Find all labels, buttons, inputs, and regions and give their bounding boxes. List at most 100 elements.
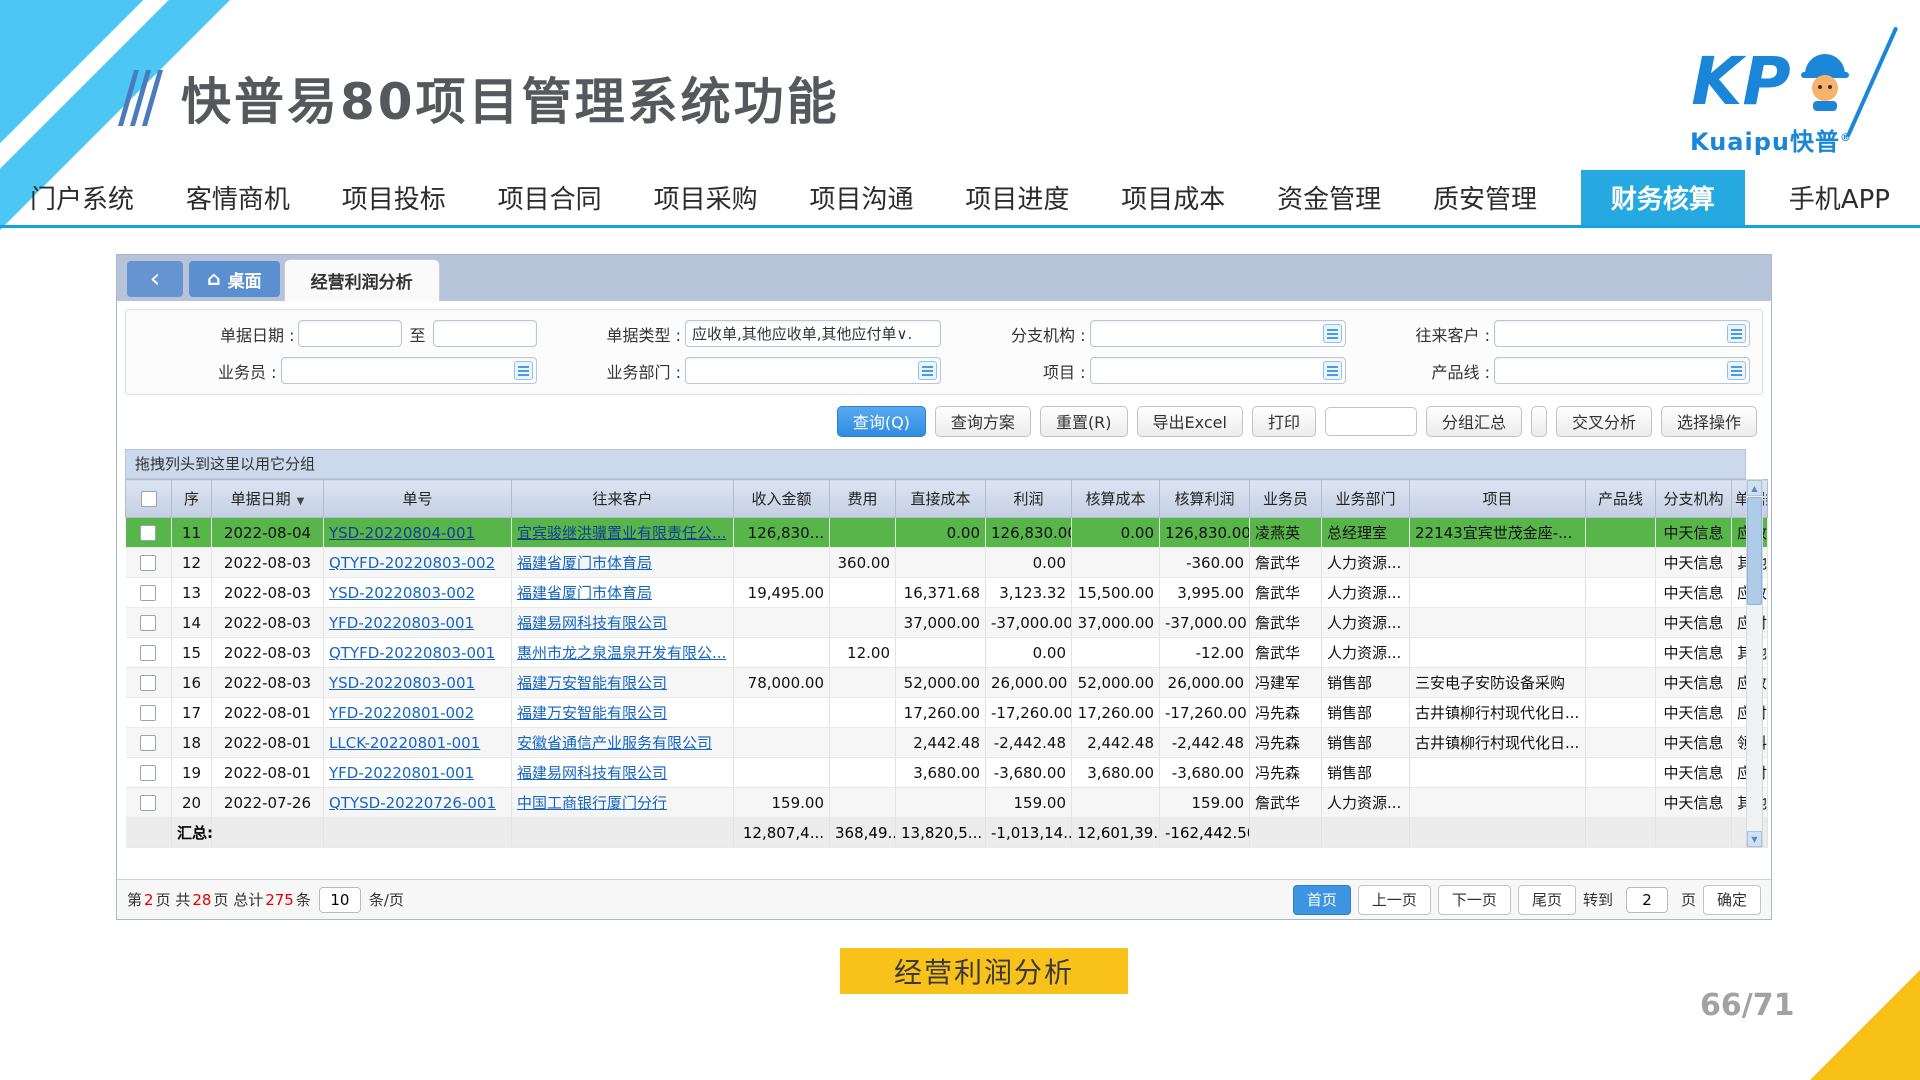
nav-item-4[interactable]: 项目合同 [490, 170, 610, 225]
row-checkbox[interactable] [140, 525, 156, 541]
vertical-scrollbar[interactable]: ▲ ▼ [1746, 479, 1763, 848]
col-header-dept[interactable]: 业务部门 [1322, 480, 1410, 518]
picker-icon[interactable] [918, 361, 937, 380]
picker-icon[interactable] [514, 361, 533, 380]
docno-link[interactable]: YSD-20220804-001 [329, 524, 475, 542]
toolbar-button-4[interactable]: 导出Excel [1137, 406, 1243, 437]
picker-icon[interactable] [1727, 361, 1746, 380]
toolbar-mini-button[interactable] [1531, 406, 1547, 437]
nav-item-5[interactable]: 项目采购 [646, 170, 766, 225]
col-header-seq[interactable]: 序 [172, 480, 212, 518]
docno-link[interactable]: YFD-20220801-001 [329, 764, 474, 782]
filter-input[interactable] [1494, 357, 1750, 384]
page-button-3[interactable]: 下一页 [1438, 885, 1511, 915]
nav-item-7[interactable]: 项目进度 [957, 170, 1077, 225]
scroll-up-icon[interactable]: ▲ [1747, 480, 1762, 496]
page-button-1[interactable]: 首页 [1293, 885, 1351, 915]
row-checkbox[interactable] [140, 555, 156, 571]
customer-link[interactable]: 福建易网科技有限公司 [517, 764, 667, 782]
table-row[interactable]: 112022-08-04YSD-20220804-001宜宾骏继洪骥置业有限责任… [126, 518, 1768, 548]
table-row[interactable]: 152022-08-03QTYFD-20220803-001惠州市龙之泉温泉开发… [126, 638, 1768, 668]
nav-item-9[interactable]: 资金管理 [1269, 170, 1389, 225]
docno-link[interactable]: QTYFD-20220803-001 [329, 644, 495, 662]
scroll-thumb[interactable] [1747, 497, 1762, 605]
filter-input[interactable] [1090, 320, 1346, 347]
customer-link[interactable]: 福建易网科技有限公司 [517, 614, 667, 632]
docno-link[interactable]: QTYFD-20220803-002 [329, 554, 495, 572]
docno-link[interactable]: YSD-20220803-002 [329, 584, 475, 602]
col-header-customer[interactable]: 往来客户 [512, 480, 734, 518]
col-header-acct_profit[interactable]: 核算利润 [1160, 480, 1250, 518]
nav-item-10[interactable]: 质安管理 [1425, 170, 1545, 225]
col-header-project[interactable]: 项目 [1410, 480, 1586, 518]
toolbar-button-3[interactable]: 重置(R) [1040, 406, 1128, 437]
row-checkbox[interactable] [140, 675, 156, 691]
sort-icon[interactable]: ▼ [297, 496, 305, 507]
docno-link[interactable]: YFD-20220803-001 [329, 614, 474, 632]
col-header-date[interactable]: 单据日期▼ [212, 480, 324, 518]
table-row[interactable]: 172022-08-01YFD-20220801-002福建万安智能有限公司17… [126, 698, 1768, 728]
tab-profit-analysis[interactable]: 经营利润分析 [284, 259, 440, 301]
docno-link[interactable]: YSD-20220803-001 [329, 674, 475, 692]
row-checkbox[interactable] [140, 795, 156, 811]
select-all-checkbox[interactable] [141, 491, 157, 507]
tab-desktop[interactable]: ⌂ 桌面 [189, 261, 280, 297]
customer-link[interactable]: 宜宾骏继洪骥置业有限责任公... [517, 524, 726, 542]
col-header-profit[interactable]: 利润 [986, 480, 1072, 518]
row-checkbox[interactable] [140, 705, 156, 721]
page-button-2[interactable]: 上一页 [1358, 885, 1431, 915]
nav-item-6[interactable]: 项目沟通 [801, 170, 921, 225]
picker-icon[interactable] [1323, 324, 1342, 343]
nav-item-11[interactable]: 财务核算 [1581, 170, 1745, 225]
nav-item-12[interactable]: 手机APP [1781, 170, 1898, 225]
filter-input[interactable] [685, 357, 941, 384]
customer-link[interactable]: 中国工商银行厦门分行 [517, 794, 667, 812]
filter-input[interactable] [685, 320, 941, 347]
table-row[interactable]: 202022-07-26QTYSD-20220726-001中国工商银行厦门分行… [126, 788, 1768, 818]
row-checkbox[interactable] [140, 735, 156, 751]
filter-input[interactable] [1090, 357, 1346, 384]
toolbar-button-9[interactable]: 交叉分析 [1556, 406, 1652, 437]
scroll-down-icon[interactable]: ▼ [1747, 831, 1762, 847]
docno-link[interactable]: LLCK-20220801-001 [329, 734, 480, 752]
page-size-input[interactable] [319, 887, 361, 913]
col-header-product_line[interactable]: 产品线 [1586, 480, 1656, 518]
date-to-input[interactable] [433, 320, 537, 347]
toolbar-button-5[interactable]: 打印 [1252, 406, 1316, 437]
back-button[interactable]: ‹ [127, 261, 183, 297]
customer-link[interactable]: 福建省厦门市体育局 [517, 554, 652, 572]
picker-icon[interactable] [1727, 324, 1746, 343]
row-checkbox[interactable] [140, 585, 156, 601]
col-header-acct_cost[interactable]: 核算成本 [1072, 480, 1160, 518]
row-checkbox[interactable] [140, 615, 156, 631]
page-button-4[interactable]: 尾页 [1518, 885, 1576, 915]
table-row[interactable]: 122022-08-03QTYFD-20220803-002福建省厦门市体育局3… [126, 548, 1768, 578]
date-from-input[interactable] [298, 320, 402, 347]
table-row[interactable]: 142022-08-03YFD-20220803-001福建易网科技有限公司37… [126, 608, 1768, 638]
docno-link[interactable]: QTYSD-20220726-001 [329, 794, 496, 812]
customer-link[interactable]: 福建省厦门市体育局 [517, 584, 652, 602]
col-header-salesman[interactable]: 业务员 [1250, 480, 1322, 518]
filter-input[interactable] [281, 357, 537, 384]
table-row[interactable]: 192022-08-01YFD-20220801-001福建易网科技有限公司3,… [126, 758, 1768, 788]
docno-link[interactable]: YFD-20220801-002 [329, 704, 474, 722]
col-header-branch[interactable]: 分支机构 [1656, 480, 1732, 518]
col-header-docno[interactable]: 单号 [324, 480, 512, 518]
filter-input[interactable] [1494, 320, 1750, 347]
confirm-button[interactable]: 确定 [1703, 885, 1761, 915]
table-row[interactable]: 132022-08-03YSD-20220803-002福建省厦门市体育局19,… [126, 578, 1768, 608]
customer-link[interactable]: 安徽省通信产业服务有限公司 [517, 734, 712, 752]
toolbar-input[interactable] [1325, 407, 1417, 436]
toolbar-button-10[interactable]: 选择操作 [1661, 406, 1757, 437]
customer-link[interactable]: 惠州市龙之泉温泉开发有限公... [517, 644, 726, 662]
toolbar-button-2[interactable]: 查询方案 [935, 406, 1031, 437]
col-header-direct_cost[interactable]: 直接成本 [896, 480, 986, 518]
col-header-income[interactable]: 收入金额 [734, 480, 830, 518]
toolbar-button-7[interactable]: 分组汇总 [1426, 406, 1522, 437]
table-row[interactable]: 182022-08-01LLCK-20220801-001安徽省通信产业服务有限… [126, 728, 1768, 758]
row-checkbox[interactable] [140, 765, 156, 781]
customer-link[interactable]: 福建万安智能有限公司 [517, 704, 667, 722]
nav-item-8[interactable]: 项目成本 [1113, 170, 1233, 225]
picker-icon[interactable] [1323, 361, 1342, 380]
col-header-fee[interactable]: 费用 [830, 480, 896, 518]
